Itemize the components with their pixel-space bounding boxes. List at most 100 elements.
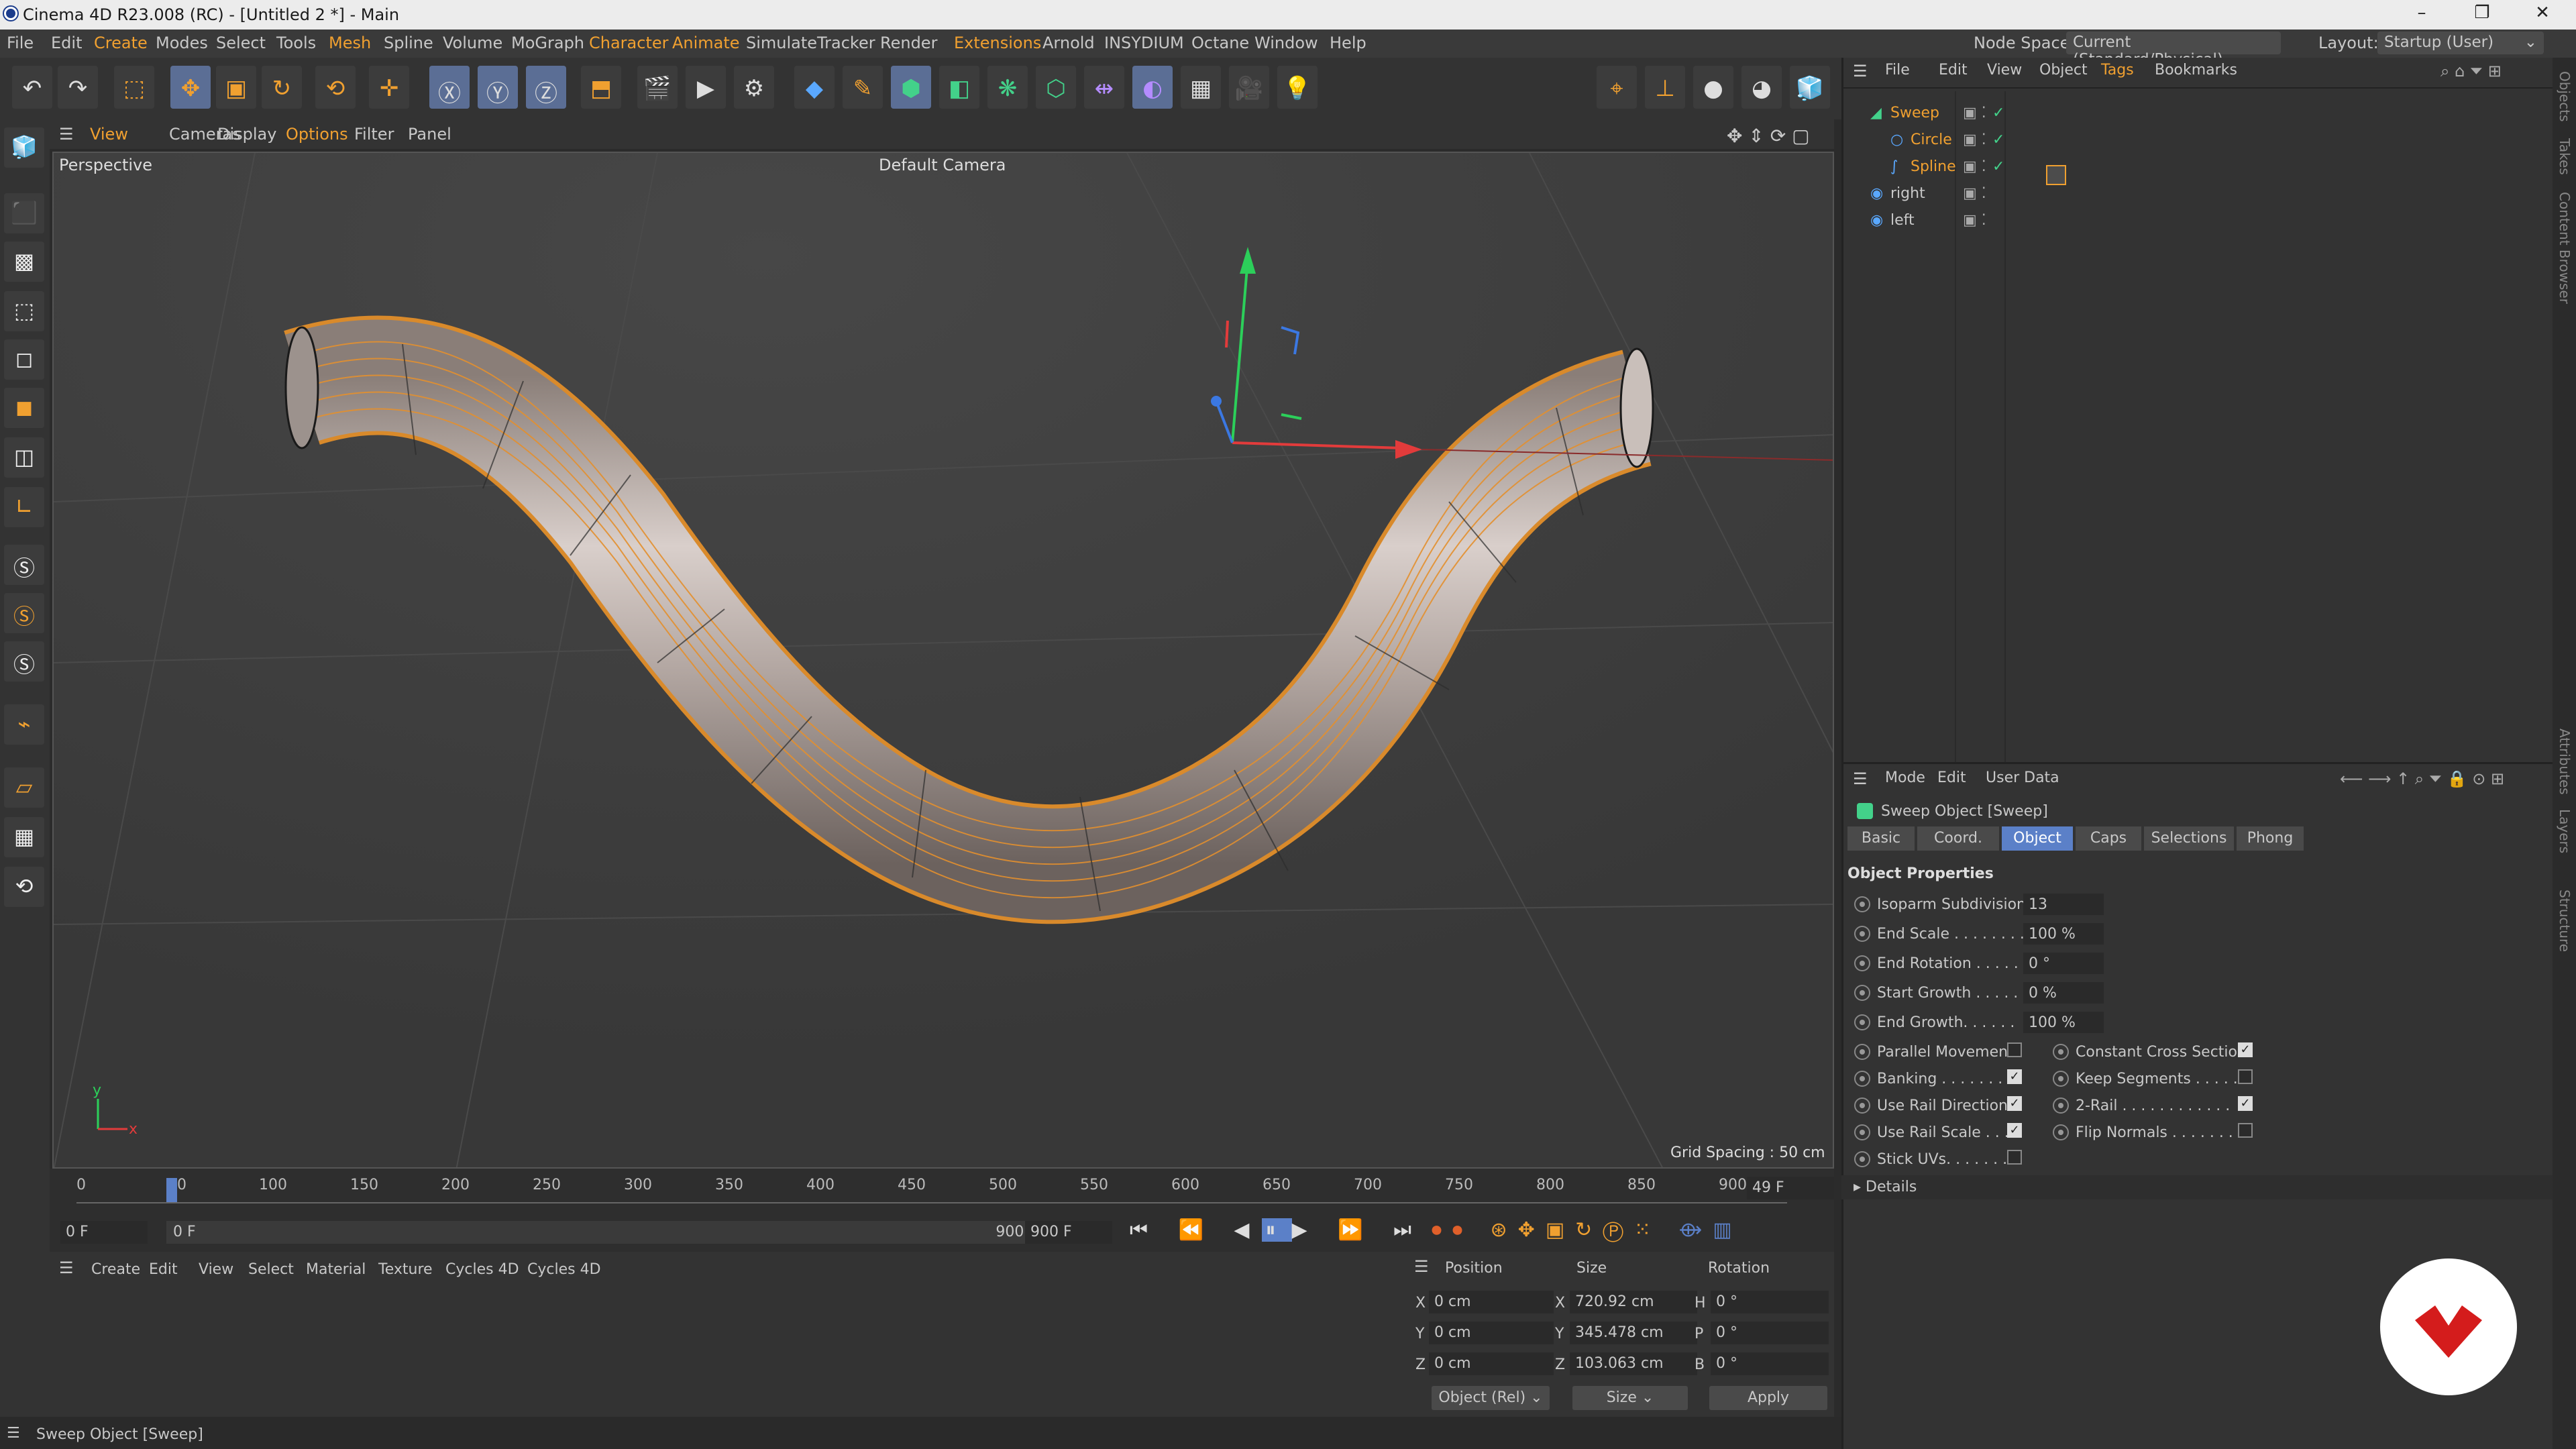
minimize-button[interactable]: – [2408,3,2435,25]
keyframe-dot-icon[interactable] [1854,985,1870,1001]
rotation-field[interactable]: 0 ° [1711,1291,1829,1313]
object-name[interactable]: Circle [1911,131,1952,148]
script-icon[interactable]: 🧊 [1790,66,1830,109]
object-name[interactable]: right [1890,185,1925,202]
cube-object-icon[interactable]: ◆ [794,66,835,109]
menu-edit[interactable]: Edit [51,34,82,52]
size-field[interactable]: 103.063 cm [1570,1352,1697,1375]
checkbox[interactable] [2238,1069,2253,1084]
material-hamburger-icon[interactable]: ☰ [59,1258,74,1277]
coordinate-system-icon[interactable]: ⬒ [581,66,621,109]
object-row-left[interactable]: ◉ left ▣ ⁚ [1843,207,2555,233]
model-mode-icon[interactable]: ⬛ [4,193,44,233]
object-search-icons[interactable]: ⌕ ⌂ ⏷ ⊞ [2440,62,2502,80]
material-menu-item[interactable]: Create [91,1261,140,1278]
menu-simulate[interactable]: Simulate [746,34,817,52]
coord-mode-select[interactable]: Object (Rel) ⌄ [1432,1386,1550,1410]
menu-volume[interactable]: Volume [443,34,502,52]
keyframe-dot-icon[interactable] [1854,1071,1870,1087]
current-frame-field[interactable]: 49 F [1747,1177,1834,1199]
scale-tool-icon[interactable]: ▣ [216,66,256,109]
object-name[interactable]: left [1890,212,1915,229]
side-tab-objects[interactable]: Objects [2557,71,2573,122]
menu-arnold[interactable]: Arnold [1042,34,1095,52]
checkbox[interactable] [2238,1096,2253,1111]
checkbox[interactable] [2238,1123,2253,1138]
material-menu-item[interactable]: Cycles 4D [445,1261,519,1278]
keyframe-dot-icon[interactable] [1854,1097,1870,1114]
extrude-icon[interactable]: ◧ [939,66,979,109]
attr-menu-user-data[interactable]: User Data [1986,769,2059,786]
close-button[interactable]: ✕ [2529,3,2556,25]
timeline-ruler[interactable]: 0 50 100 150 200 250 300 350 400 450 500 550 600 650 7… [76,1177,1787,1203]
tag-icon[interactable] [2046,165,2066,185]
start-frame-field[interactable]: 0 F [60,1221,148,1244]
render-picture-viewer-icon[interactable]: ▶ [686,66,726,109]
3d-viewport[interactable]: x y Perspective Default Camera Grid Spac… [52,152,1834,1169]
viewport-menu-panel[interactable]: Panel [408,125,451,144]
tab-basic[interactable]: Basic [1847,826,1915,851]
size-field[interactable]: 345.478 cm [1570,1322,1697,1344]
subdivision-surface-icon[interactable]: ⬢ [891,66,931,109]
viewport-hamburger-icon[interactable]: ☰ [59,125,74,144]
menu-tools[interactable]: Tools [276,34,316,52]
visibility-toggle-icon[interactable]: ▣ ⁚ [1963,105,1986,121]
side-tab-content-browser[interactable]: Content Browser [2557,192,2573,304]
menu-extensions[interactable]: Extensions [954,34,1041,52]
restore-button[interactable]: ❐ [2469,3,2496,25]
tab-selections[interactable]: Selections [2144,826,2234,851]
camera-icon[interactable]: 🎥 [1229,66,1269,109]
menu-modes[interactable]: Modes [156,34,208,52]
live-selection-icon[interactable]: ⬚ [114,66,154,109]
object-menu-edit[interactable]: Edit [1939,62,1968,78]
property-value-field[interactable]: 13 [2023,894,2104,915]
menu-insydium[interactable]: INSYDIUM [1104,34,1184,52]
menu-help[interactable]: Help [1330,34,1366,52]
checkbox[interactable] [2007,1150,2022,1165]
menu-animate[interactable]: Animate [672,34,740,52]
material-menu-item[interactable]: Cycles 4D [527,1261,601,1278]
move-tool-icon[interactable]: ✥ [170,66,211,109]
attr-hamburger-icon[interactable]: ☰ [1853,769,1868,788]
cloner-icon[interactable]: ❋ [987,66,1028,109]
checkbox[interactable] [2007,1069,2022,1084]
keyframe-dot-icon[interactable] [2053,1097,2069,1114]
light-icon[interactable]: 💡 [1277,66,1318,109]
keyframe-dot-icon[interactable] [1854,926,1870,942]
object-row-sweep[interactable]: ◢ Sweep ▣ ⁚ ✓ [1843,99,2555,126]
object-row-right[interactable]: ◉ right ▣ ⁚ [1843,180,2555,207]
paint-icon[interactable]: ◕ [1741,66,1782,109]
material-menu-item[interactable]: Texture [378,1261,433,1278]
status-hamburger-icon[interactable]: ☰ [7,1425,20,1442]
menu-file[interactable]: File [7,34,34,52]
layout-select[interactable]: Startup (User) ⌄ [2377,32,2544,54]
polygons-mode-icon[interactable]: ◼ [4,388,44,428]
solo-icon[interactable]: Ⓢ [4,545,44,585]
visibility-toggle-icon[interactable]: ▣ ⁚ [1963,158,1986,175]
menu-character[interactable]: Character [589,34,669,52]
attr-menu-mode[interactable]: Mode [1885,769,1925,786]
side-tab-takes[interactable]: Takes [2557,138,2573,175]
property-value-field[interactable]: 100 % [2023,1012,2104,1033]
size-mode-select[interactable]: Size ⌄ [1572,1386,1688,1410]
grid-locked-icon[interactable]: ▦ [4,817,44,857]
viewport-menu-options[interactable]: Options [286,125,348,144]
property-value-field[interactable]: 0 % [2023,982,2104,1004]
render-view-icon[interactable]: 🎬 [637,66,678,109]
menu-tracker[interactable]: Tracker [817,34,875,52]
rotation-field[interactable]: 0 ° [1711,1352,1829,1375]
tab-coord[interactable]: Coord. [1917,826,1999,851]
visibility-toggle-icon[interactable]: ▣ ⁚ [1963,212,1986,229]
object-name[interactable]: Spline [1911,158,1956,175]
camera-label[interactable]: Default Camera [879,156,1006,174]
coords-hamburger-icon[interactable]: ☰ [1414,1257,1429,1276]
viewport-menu-display[interactable]: Display [217,125,276,144]
menu-mograph[interactable]: MoGraph [511,34,584,52]
rotation-field[interactable]: 0 ° [1711,1322,1829,1344]
keyframe-dot-icon[interactable] [1854,1044,1870,1060]
points-mode-icon[interactable]: ⬚ [4,291,44,331]
material-menu-item[interactable]: View [199,1261,233,1278]
object-menu-file[interactable]: File [1885,62,1910,78]
viewport-nav-icons[interactable]: ✥ ⇕ ⟳ ▢ [1727,125,1810,147]
y-axis-lock-icon[interactable]: Ⓨ [478,66,518,109]
